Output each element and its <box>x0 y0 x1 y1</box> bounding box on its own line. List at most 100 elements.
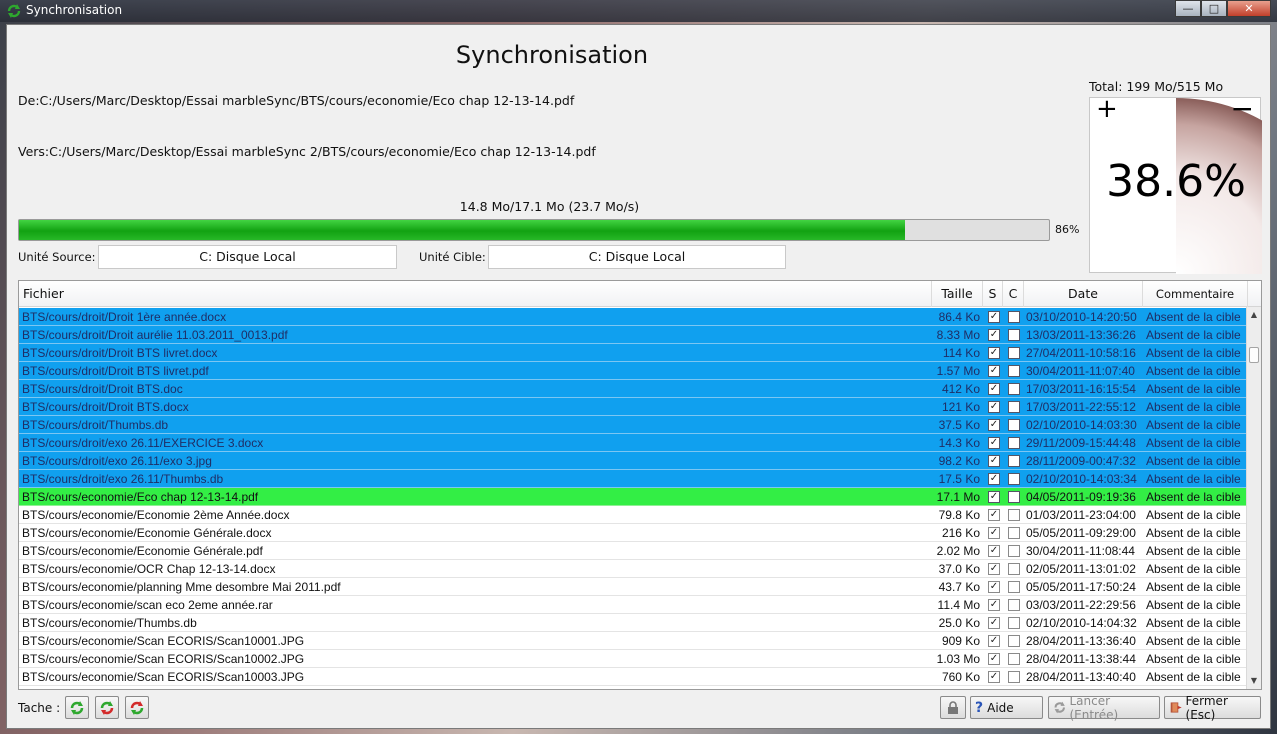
sync-checkbox[interactable]: ✓ <box>988 437 1000 449</box>
table-row[interactable]: BTS/cours/droit/Droit aurélie 11.03.2011… <box>19 326 1248 344</box>
minimize-icon: — <box>1182 2 1194 15</box>
copy-checkbox[interactable] <box>1008 527 1020 539</box>
task-sync-right-button[interactable] <box>125 696 149 719</box>
column-header-c[interactable]: C <box>1003 281 1024 307</box>
table-row[interactable]: BTS/cours/economie/OCR Chap 12-13-14.doc… <box>19 560 1248 578</box>
table-row[interactable]: BTS/cours/droit/Droit BTS livret.pdf 1.57… <box>19 362 1248 380</box>
sync-checkbox-cell: ✓ <box>986 434 1002 452</box>
table-row[interactable]: BTS/cours/economie/Economie 2ème Année.d… <box>19 506 1248 524</box>
table-row[interactable]: BTS/cours/droit/exo 26.11/exo 3.jpg 98.2 … <box>19 452 1248 470</box>
sync-checkbox[interactable]: ✓ <box>988 311 1000 323</box>
table-row[interactable]: BTS/cours/economie/Eco chap 12-13-14.pdf… <box>19 488 1248 506</box>
close-button[interactable]: Fermer (Esc) <box>1164 694 1261 722</box>
column-header-comment[interactable]: Commentaire <box>1143 281 1248 307</box>
sync-checkbox[interactable]: ✓ <box>988 599 1000 611</box>
column-header-size[interactable]: Taille <box>932 281 983 307</box>
launch-button[interactable]: Lancer (Entrée) <box>1048 694 1160 722</box>
copy-checkbox[interactable] <box>1008 491 1020 503</box>
sync-checkbox-cell: ✓ <box>986 452 1002 470</box>
sync-checkbox[interactable]: ✓ <box>988 329 1000 341</box>
sync-checkbox[interactable]: ✓ <box>988 401 1000 413</box>
file-name: BTS/cours/economie/planning Mme desombre… <box>22 580 341 594</box>
copy-checkbox[interactable] <box>1008 311 1020 323</box>
task-sync-left-button[interactable] <box>95 696 119 719</box>
copy-checkbox[interactable] <box>1008 329 1020 341</box>
copy-checkbox[interactable] <box>1008 545 1020 557</box>
zoom-out-button[interactable]: − <box>1231 92 1254 125</box>
table-row[interactable]: BTS/cours/economie/Thumbs.db 25.0 Ko ✓ 02/1… <box>19 614 1248 632</box>
table-row[interactable]: BTS/cours/droit/Droit BTS.docx 121 Ko ✓ 17/… <box>19 398 1248 416</box>
file-name: BTS/cours/economie/Economie Générale.doc… <box>22 526 272 540</box>
copy-checkbox[interactable] <box>1008 635 1020 647</box>
title-bar[interactable]: Synchronisation — □ ✕ <box>0 0 1277 22</box>
sync-checkbox[interactable]: ✓ <box>988 635 1000 647</box>
table-row[interactable]: BTS/cours/droit/Thumbs.db 37.5 Ko ✓ 02/10/2… <box>19 416 1248 434</box>
help-button[interactable]: ? Aide <box>970 696 1043 719</box>
file-comment: Absent de la cible <box>1146 508 1241 522</box>
sync-checkbox[interactable]: ✓ <box>988 473 1000 485</box>
sync-checkbox[interactable]: ✓ <box>988 563 1000 575</box>
copy-checkbox[interactable] <box>1008 563 1020 575</box>
sync-checkbox[interactable]: ✓ <box>988 491 1000 503</box>
copy-checkbox[interactable] <box>1008 617 1020 629</box>
sync-checkbox[interactable]: ✓ <box>988 671 1000 683</box>
table-row[interactable]: BTS/cours/economie/Scan ECORIS/Scan10003… <box>19 668 1248 686</box>
copy-checkbox[interactable] <box>1008 455 1020 467</box>
sync-right-icon <box>130 701 144 715</box>
column-header-date[interactable]: Date <box>1024 281 1143 307</box>
copy-checkbox[interactable] <box>1008 599 1020 611</box>
table-row[interactable]: BTS/cours/economie/Scan ECORIS/Scan10001… <box>19 632 1248 650</box>
table-row[interactable]: BTS/cours/droit/exo 26.11/EXERCICE 3.doc… <box>19 434 1248 452</box>
source-unit-field[interactable]: C: Disque Local <box>98 245 397 269</box>
copy-checkbox[interactable] <box>1008 509 1020 521</box>
sync-checkbox[interactable]: ✓ <box>988 365 1000 377</box>
copy-checkbox[interactable] <box>1008 419 1020 431</box>
copy-checkbox[interactable] <box>1008 437 1020 449</box>
sync-checkbox[interactable]: ✓ <box>988 455 1000 467</box>
copy-checkbox[interactable] <box>1008 365 1020 377</box>
file-date: 28/04/2011-13:40:40 <box>1026 670 1136 684</box>
close-window-button[interactable]: ✕ <box>1227 0 1271 17</box>
zoom-in-button[interactable]: + <box>1096 94 1118 124</box>
sync-checkbox[interactable]: ✓ <box>988 383 1000 395</box>
sync-checkbox[interactable]: ✓ <box>988 527 1000 539</box>
table-row[interactable]: BTS/cours/droit/exo 26.11/Thumbs.db 17.5 … <box>19 470 1248 488</box>
sync-checkbox[interactable]: ✓ <box>988 617 1000 629</box>
table-row[interactable]: BTS/cours/economie/planning Mme desombre… <box>19 578 1248 596</box>
table-row[interactable]: BTS/cours/droit/Droit 1ère année.docx 86.… <box>19 308 1248 326</box>
sync-checkbox-cell: ✓ <box>986 668 1002 686</box>
file-size: 1.57 Mo <box>936 364 980 378</box>
table-row[interactable]: BTS/cours/economie/scan eco 2eme année.r… <box>19 596 1248 614</box>
lock-button[interactable] <box>940 696 966 719</box>
copy-checkbox[interactable] <box>1008 581 1020 593</box>
column-header-s[interactable]: S <box>983 281 1003 307</box>
task-sync-both-button[interactable] <box>65 696 89 719</box>
table-scrollbar[interactable]: ▲ ▼ <box>1246 307 1261 689</box>
copy-checkbox[interactable] <box>1008 383 1020 395</box>
copy-checkbox[interactable] <box>1008 347 1020 359</box>
sync-checkbox[interactable]: ✓ <box>988 347 1000 359</box>
copy-checkbox[interactable] <box>1008 473 1020 485</box>
copy-checkbox[interactable] <box>1008 671 1020 683</box>
maximize-icon: □ <box>1208 2 1220 15</box>
sync-checkbox[interactable]: ✓ <box>988 581 1000 593</box>
scrollbar-thumb[interactable] <box>1249 347 1259 363</box>
table-row[interactable]: BTS/cours/economie/Economie Générale.pdf… <box>19 542 1248 560</box>
sync-checkbox[interactable]: ✓ <box>988 545 1000 557</box>
scroll-down-icon[interactable]: ▼ <box>1247 673 1261 689</box>
table-row[interactable]: BTS/cours/droit/Droit BTS.doc 412 Ko ✓ 17/0… <box>19 380 1248 398</box>
copy-checkbox[interactable] <box>1008 401 1020 413</box>
target-unit-field[interactable]: C: Disque Local <box>488 245 786 269</box>
table-row[interactable]: BTS/cours/economie/Scan ECORIS/Scan10002… <box>19 650 1248 668</box>
sync-checkbox[interactable]: ✓ <box>988 509 1000 521</box>
sync-checkbox[interactable]: ✓ <box>988 419 1000 431</box>
minimize-button[interactable]: — <box>1175 0 1201 17</box>
scroll-up-icon[interactable]: ▲ <box>1247 307 1261 323</box>
maximize-button[interactable]: □ <box>1201 0 1227 17</box>
file-name: BTS/cours/droit/exo 26.11/exo 3.jpg <box>22 454 212 468</box>
sync-checkbox[interactable]: ✓ <box>988 653 1000 665</box>
column-header-file[interactable]: Fichier <box>19 281 932 307</box>
table-row[interactable]: BTS/cours/droit/Droit BTS livret.docx 114… <box>19 344 1248 362</box>
table-row[interactable]: BTS/cours/economie/Economie Générale.doc… <box>19 524 1248 542</box>
copy-checkbox[interactable] <box>1008 653 1020 665</box>
